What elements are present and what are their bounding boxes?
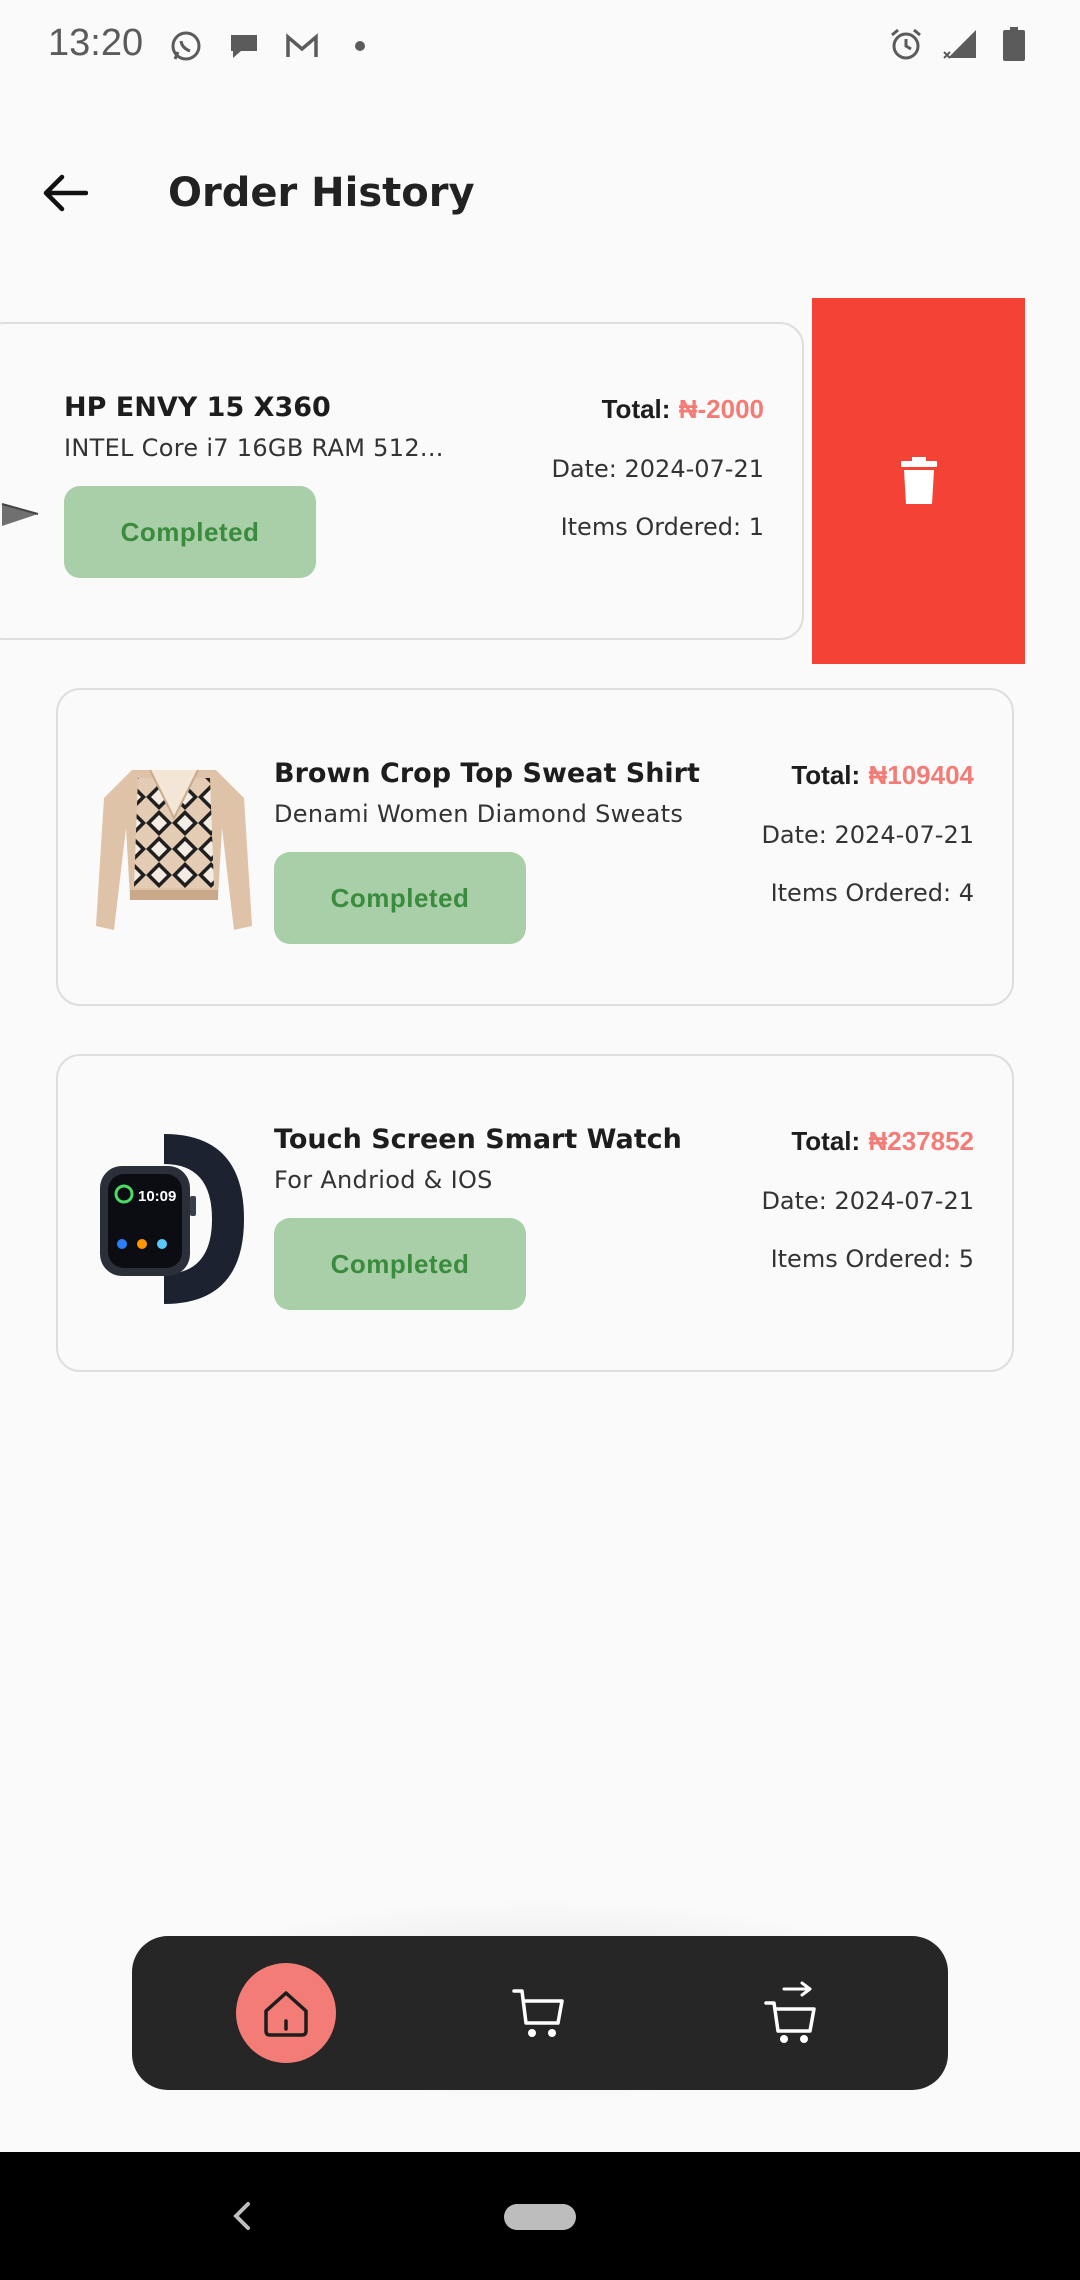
battery-icon xyxy=(994,24,1034,64)
order-date: Date: 2024-07-21 xyxy=(551,455,764,483)
order-meta: Total: ₦237852 Date: 2024-07-21 Items Or… xyxy=(761,1126,974,1273)
app-bar: Order History xyxy=(0,140,1080,250)
items-ordered: Items Ordered: 5 xyxy=(770,1245,974,1273)
home-icon xyxy=(264,1991,308,2037)
total-label: Total: xyxy=(601,394,671,424)
order-date: Date: 2024-07-21 xyxy=(761,821,974,849)
total-label: Total: xyxy=(791,760,861,790)
items-ordered: Items Ordered: 4 xyxy=(770,879,974,907)
system-nav-bar xyxy=(0,2152,1080,2280)
page-title: Order History xyxy=(168,170,475,216)
chevron-left-icon xyxy=(233,2202,250,2230)
order-card-1[interactable]: Brown Crop Top Sweat Shirt Denami Women … xyxy=(56,688,1014,1006)
gmail-icon xyxy=(282,26,322,66)
total-row: Total: ₦109404 xyxy=(761,760,974,791)
alarm-icon xyxy=(886,24,926,64)
delete-order-button[interactable] xyxy=(812,298,1025,664)
nav-cart-button[interactable] xyxy=(490,1963,590,2063)
dot-icon xyxy=(340,26,380,66)
signal-icon xyxy=(940,24,980,64)
total-row: Total: ₦-2000 xyxy=(551,394,764,425)
checkout-cart-icon xyxy=(764,1981,816,2043)
product-description: Denami Women Diamond Sweats xyxy=(274,800,684,828)
bottom-nav xyxy=(132,1936,948,2090)
total-value: ₦-2000 xyxy=(678,394,764,424)
status-badge: Completed xyxy=(274,852,526,944)
smartwatch-image: 10:09 xyxy=(94,1124,254,1314)
system-icons xyxy=(886,24,1034,64)
product-description: INTEL Core i7 16GB RAM 512... xyxy=(64,434,444,462)
trash-icon xyxy=(900,457,937,504)
product-name: Brown Crop Top Sweat Shirt xyxy=(274,758,700,789)
product-name: Touch Screen Smart Watch xyxy=(274,1124,682,1155)
system-back-button[interactable] xyxy=(222,2196,262,2236)
watch-face-time: 10:09 xyxy=(138,1188,176,1205)
product-name: HP ENVY 15 X360 xyxy=(64,392,331,423)
whatsapp-icon xyxy=(166,26,206,66)
arrow-back-icon xyxy=(43,174,88,212)
total-value: ₦109404 xyxy=(868,760,974,790)
nav-home-button[interactable] xyxy=(236,1963,336,2063)
status-badge: Completed xyxy=(274,1218,526,1310)
back-button[interactable] xyxy=(34,162,96,224)
notification-icons xyxy=(166,26,380,66)
order-meta: Total: ₦109404 Date: 2024-07-21 Items Or… xyxy=(761,760,974,907)
cart-icon xyxy=(512,1989,564,2037)
nav-checkout-button[interactable] xyxy=(742,1963,842,2063)
chat-icon xyxy=(224,26,264,66)
total-label: Total: xyxy=(791,1126,861,1156)
sweater-image xyxy=(94,758,254,948)
items-ordered: Items Ordered: 1 xyxy=(560,513,764,541)
status-badge: Completed xyxy=(64,486,316,578)
status-time: 13:20 xyxy=(48,22,144,64)
laptop-image xyxy=(0,484,42,544)
total-value: ₦237852 xyxy=(868,1126,974,1156)
total-row: Total: ₦237852 xyxy=(761,1126,974,1157)
order-card-2[interactable]: 10:09 Touch Screen Smart Watch For Andri… xyxy=(56,1054,1014,1372)
status-bar: 13:20 xyxy=(0,0,1080,90)
system-home-pill[interactable] xyxy=(504,2204,576,2230)
order-date: Date: 2024-07-21 xyxy=(761,1187,974,1215)
product-description: For Andriod & IOS xyxy=(274,1166,493,1194)
order-card-0[interactable]: HP ENVY 15 X360 INTEL Core i7 16GB RAM 5… xyxy=(0,322,804,640)
order-meta: Total: ₦-2000 Date: 2024-07-21 Items Ord… xyxy=(551,394,764,541)
